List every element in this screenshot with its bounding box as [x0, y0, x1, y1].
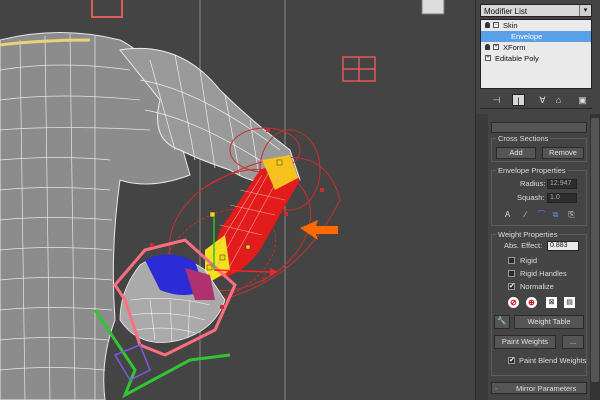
- stack-item-xform[interactable]: + XForm: [481, 42, 591, 53]
- rigid-label: Rigid: [520, 256, 538, 265]
- paint-blend-weights-label: Paint Blend Weights: [519, 356, 587, 365]
- rollout-area: Cross Sections Add Remove Envelope Prope…: [489, 114, 589, 400]
- paint-weights-button[interactable]: Paint Weights: [494, 335, 556, 349]
- remove-button[interactable]: Remove: [542, 147, 584, 159]
- expand-icon[interactable]: +: [485, 55, 491, 61]
- envelope-visible-icon[interactable]: ∕: [520, 209, 531, 220]
- modifier-stack[interactable]: − Skin Envelope + XForm + Editable Poly: [480, 19, 592, 89]
- stack-item-skin[interactable]: − Skin: [481, 20, 591, 31]
- falloff-icon[interactable]: ⌒: [536, 209, 547, 220]
- cross-sections-group: Cross Sections Add Remove: [491, 134, 587, 162]
- wrench-icon[interactable]: 🔧: [494, 315, 510, 329]
- stack-toolbar: ⊣ | ∀ ⌂ ▣: [480, 92, 592, 109]
- paste-icon[interactable]: ⎘: [566, 209, 577, 220]
- stack-item-label: XForm: [503, 43, 526, 52]
- svg-text:X: X: [262, 277, 267, 284]
- 3d-viewport[interactable]: X: [0, 0, 475, 400]
- collapse-icon[interactable]: −: [493, 22, 499, 28]
- modifier-list-label: Modifier List: [484, 7, 528, 16]
- abs-effect-spinner[interactable]: 0.883: [547, 241, 579, 251]
- panel-gutter: [476, 114, 488, 400]
- rigid-handles-label: Rigid Handles: [520, 269, 567, 278]
- stack-item-editable-poly[interactable]: + Editable Poly: [481, 53, 591, 64]
- group-title: Weight Properties: [496, 230, 560, 239]
- exclude-verts-icon[interactable]: ⊘: [508, 297, 519, 308]
- group-title: Envelope Properties: [496, 166, 568, 175]
- normalize-checkbox[interactable]: ✔: [508, 283, 515, 290]
- chevron-down-icon[interactable]: ▾: [579, 5, 591, 16]
- abs-effect-label: Abs. Effect:: [504, 241, 543, 250]
- mirror-parameters-rollout[interactable]: - Mirror Parameters: [491, 382, 587, 394]
- rigid-handles-checkbox[interactable]: [508, 270, 515, 277]
- helper-object: [91, 0, 123, 18]
- weight-properties-group: Weight Properties Abs. Effect: 0.883 Rig…: [491, 230, 587, 376]
- squash-label: Squash:: [517, 193, 545, 202]
- lightbulb-icon[interactable]: [485, 22, 490, 28]
- command-panel: Modifier List ▾ − Skin Envelope + XForm …: [475, 0, 600, 400]
- viewport-scene: X: [0, 0, 445, 400]
- configure-sets-icon[interactable]: ▣: [576, 94, 589, 106]
- stack-item-label: Skin: [503, 21, 518, 30]
- radius-spinner[interactable]: 12.947: [547, 179, 577, 189]
- copy-icon[interactable]: ⧉: [550, 209, 561, 220]
- lightbulb-icon[interactable]: [485, 44, 490, 50]
- add-button[interactable]: Add: [496, 147, 536, 159]
- squash-spinner[interactable]: 1.0: [547, 193, 577, 203]
- stack-item-envelope[interactable]: Envelope: [481, 31, 591, 42]
- absolute-relative-icon[interactable]: A: [502, 209, 513, 220]
- viewcube-icon: [421, 0, 445, 15]
- include-verts-icon[interactable]: ⊕: [526, 297, 537, 308]
- remove-modifier-icon[interactable]: ⌂: [552, 94, 565, 106]
- make-unique-icon[interactable]: ∀: [536, 94, 549, 106]
- bake-weights-icon[interactable]: ▤: [564, 297, 575, 308]
- stack-item-label: Editable Poly: [495, 54, 539, 63]
- rollout-title: Mirror Parameters: [516, 384, 577, 393]
- group-title: Cross Sections: [496, 134, 551, 143]
- normalize-label: Normalize: [520, 282, 554, 291]
- expand-icon[interactable]: +: [493, 44, 499, 50]
- paint-blend-weights-checkbox[interactable]: ✔: [508, 357, 515, 364]
- radius-label: Radius:: [520, 179, 546, 188]
- modifier-list-dropdown[interactable]: Modifier List ▾: [480, 4, 592, 17]
- paint-options-button[interactable]: ...: [562, 335, 584, 349]
- envelope-properties-group: Envelope Properties Radius: 12.947 Squas…: [491, 166, 587, 226]
- stack-item-label: Envelope: [511, 32, 543, 41]
- select-excluded-icon[interactable]: ⊠: [546, 297, 557, 308]
- weight-table-button[interactable]: Weight Table: [514, 315, 584, 329]
- panel-scrollbar-thumb[interactable]: [591, 118, 599, 382]
- rigid-checkbox[interactable]: [508, 257, 515, 264]
- pin-stack-icon[interactable]: ⊣: [490, 94, 503, 106]
- parameters-rollout-header[interactable]: [491, 122, 587, 133]
- show-end-result-icon[interactable]: |: [512, 94, 525, 106]
